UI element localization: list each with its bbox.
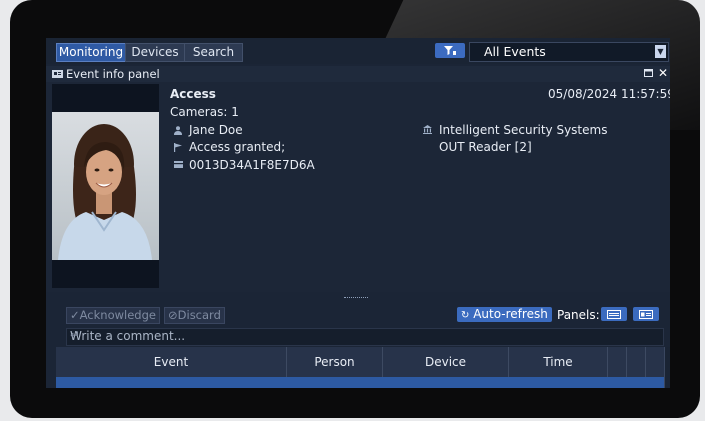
column-header-event[interactable]: Event bbox=[56, 347, 287, 377]
discard-label: Discard bbox=[177, 308, 221, 322]
cameras-count: Cameras: 1 bbox=[170, 105, 239, 119]
list-panel-icon bbox=[607, 309, 621, 319]
panel-title: Event info panel bbox=[66, 67, 160, 81]
filter-icon bbox=[444, 46, 456, 55]
column-header-device[interactable]: Device bbox=[383, 347, 509, 377]
card-number: 0013D34A1F8E7D6A bbox=[189, 158, 315, 172]
event-filter-value: All Events bbox=[484, 44, 546, 59]
event-info-panel: Access 05/08/2024 11:57:59 Cameras: 1 Ja… bbox=[46, 82, 670, 298]
discard-button[interactable]: ⊘Discard bbox=[164, 307, 225, 324]
person-name: Jane Doe bbox=[189, 123, 243, 137]
building-icon bbox=[423, 125, 432, 134]
tab-search[interactable]: Search bbox=[184, 43, 243, 62]
column-header-extra-2[interactable] bbox=[627, 347, 646, 377]
auto-refresh-button[interactable]: ↻ Auto-refresh bbox=[457, 307, 552, 322]
event-type: Access bbox=[170, 87, 216, 101]
portrait-image bbox=[52, 112, 159, 260]
resize-handle[interactable] bbox=[344, 297, 368, 300]
tab-devices[interactable]: Devices bbox=[125, 43, 185, 62]
access-status: Access granted; bbox=[189, 140, 286, 154]
panel-header: Event info panel ✕ bbox=[46, 66, 670, 82]
filter-button[interactable] bbox=[435, 43, 465, 58]
check-icon: ✓ bbox=[70, 308, 80, 322]
flag-icon bbox=[174, 143, 182, 152]
event-toolbar: ✓Acknowledge ⊘Discard ↻ Auto-refresh Pan… bbox=[46, 306, 670, 326]
organization-name: Intelligent Security Systems bbox=[439, 123, 608, 137]
monitor-bezel: Monitoring Devices Search All Events ▼ E… bbox=[10, 0, 700, 418]
top-bar: Monitoring Devices Search All Events ▼ bbox=[46, 38, 670, 64]
card-icon bbox=[174, 161, 183, 168]
comment-input[interactable]: Write a comment... ↵ bbox=[66, 328, 664, 346]
events-table-header: Event Person Device Time bbox=[56, 347, 664, 377]
person-photo bbox=[52, 84, 159, 288]
person-icon bbox=[174, 126, 182, 135]
event-datetime: 05/08/2024 11:57:59 bbox=[548, 87, 670, 101]
restore-icon[interactable] bbox=[644, 69, 653, 77]
acknowledge-label: Acknowledge bbox=[79, 308, 156, 322]
discard-icon: ⊘ bbox=[168, 308, 178, 322]
refresh-icon: ↻ bbox=[461, 310, 470, 321]
auto-refresh-label: Auto-refresh bbox=[473, 307, 548, 321]
column-header-time[interactable]: Time bbox=[509, 347, 608, 377]
tab-monitoring[interactable]: Monitoring bbox=[56, 43, 126, 62]
close-icon[interactable]: ✕ bbox=[658, 66, 668, 80]
table-row[interactable] bbox=[56, 377, 664, 388]
app-screen: Monitoring Devices Search All Events ▼ E… bbox=[46, 38, 670, 388]
panel-toggle-info[interactable] bbox=[633, 307, 659, 321]
info-card-icon bbox=[639, 309, 653, 319]
column-header-extra-1[interactable] bbox=[608, 347, 627, 377]
panel-toggle-list[interactable] bbox=[601, 307, 627, 321]
vertical-scrollbar[interactable] bbox=[664, 347, 670, 388]
enter-icon[interactable]: ↵ bbox=[70, 328, 659, 342]
chevron-down-icon[interactable]: ▼ bbox=[655, 45, 666, 58]
acknowledge-button[interactable]: ✓Acknowledge bbox=[66, 307, 160, 324]
device-name: OUT Reader [2] bbox=[439, 140, 532, 154]
event-filter-select[interactable]: All Events ▼ bbox=[469, 42, 669, 62]
column-header-person[interactable]: Person bbox=[287, 347, 383, 377]
id-card-icon bbox=[52, 70, 63, 78]
panels-label: Panels: bbox=[557, 308, 600, 322]
